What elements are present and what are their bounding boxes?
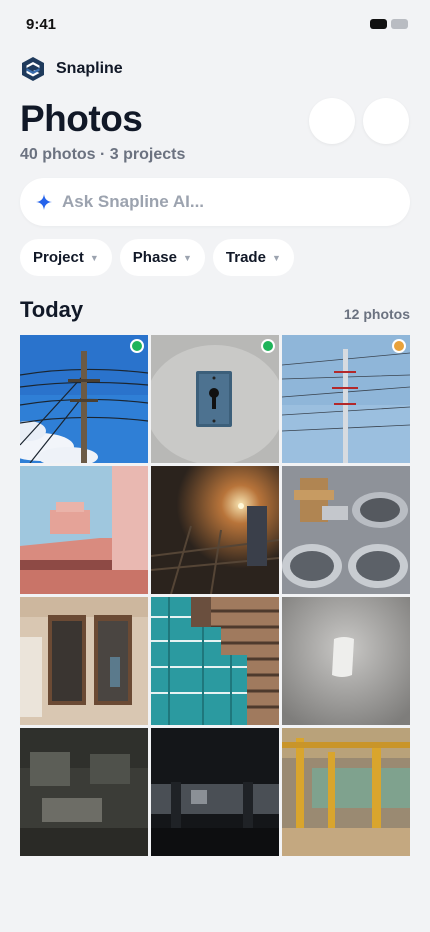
header-action-button-2[interactable] bbox=[363, 98, 409, 144]
photo-tile-keyhole[interactable] bbox=[151, 335, 279, 463]
photo-tile-yellow-steel[interactable] bbox=[282, 728, 410, 856]
snapline-logo-icon bbox=[22, 57, 44, 81]
photo-tile-power-tower[interactable] bbox=[282, 335, 410, 463]
page-subtitle: 40 photos · 3 projects bbox=[20, 146, 186, 163]
status-bar: 9:41 bbox=[0, 0, 430, 48]
caret-down-icon: ▼ bbox=[271, 252, 281, 263]
status-icons bbox=[370, 19, 408, 29]
ask-ai-input[interactable] bbox=[62, 192, 382, 212]
brand: Snapline bbox=[20, 56, 123, 82]
filter-phase[interactable]: Phase ▼ bbox=[119, 239, 205, 276]
sparkle-icon bbox=[36, 194, 52, 210]
filter-bar: Project ▼ Phase ▼ Trade ▼ bbox=[20, 239, 294, 276]
brand-name: Snapline bbox=[56, 60, 123, 77]
photo-tile-dark-garage[interactable] bbox=[151, 728, 279, 856]
photo-tile-fog-object[interactable] bbox=[282, 597, 410, 725]
photo-tile-utility-pole[interactable] bbox=[20, 335, 148, 463]
photo-tile-building-windows[interactable] bbox=[20, 597, 148, 725]
filter-project[interactable]: Project ▼ bbox=[20, 239, 112, 276]
photo-tile-pink-building[interactable] bbox=[20, 466, 148, 594]
photo-tile-dark-workshop[interactable] bbox=[20, 728, 148, 856]
filter-label: Project bbox=[33, 249, 84, 266]
header-action-button-1[interactable] bbox=[309, 98, 355, 144]
section-title: Today bbox=[20, 297, 84, 322]
photo-tile-teal-building[interactable] bbox=[151, 597, 279, 725]
filter-label: Trade bbox=[225, 249, 266, 266]
photo-grid bbox=[20, 335, 410, 856]
status-dot-green-icon bbox=[261, 339, 275, 353]
photo-tile-metal-cans[interactable] bbox=[282, 466, 410, 594]
photo-tile-welder[interactable] bbox=[151, 466, 279, 594]
status-dot-orange-icon bbox=[392, 339, 406, 353]
signal-icon bbox=[370, 19, 387, 29]
filter-label: Phase bbox=[132, 249, 177, 266]
battery-icon bbox=[391, 19, 408, 29]
caret-down-icon: ▼ bbox=[182, 252, 192, 263]
caret-down-icon: ▼ bbox=[89, 252, 99, 263]
status-time: 9:41 bbox=[26, 16, 57, 33]
ask-ai-bar[interactable] bbox=[20, 178, 410, 226]
section-count: 12 photos bbox=[343, 306, 410, 322]
status-dot-green-icon bbox=[130, 339, 144, 353]
filter-trade[interactable]: Trade ▼ bbox=[212, 239, 294, 276]
page-title: Photos bbox=[20, 98, 143, 139]
